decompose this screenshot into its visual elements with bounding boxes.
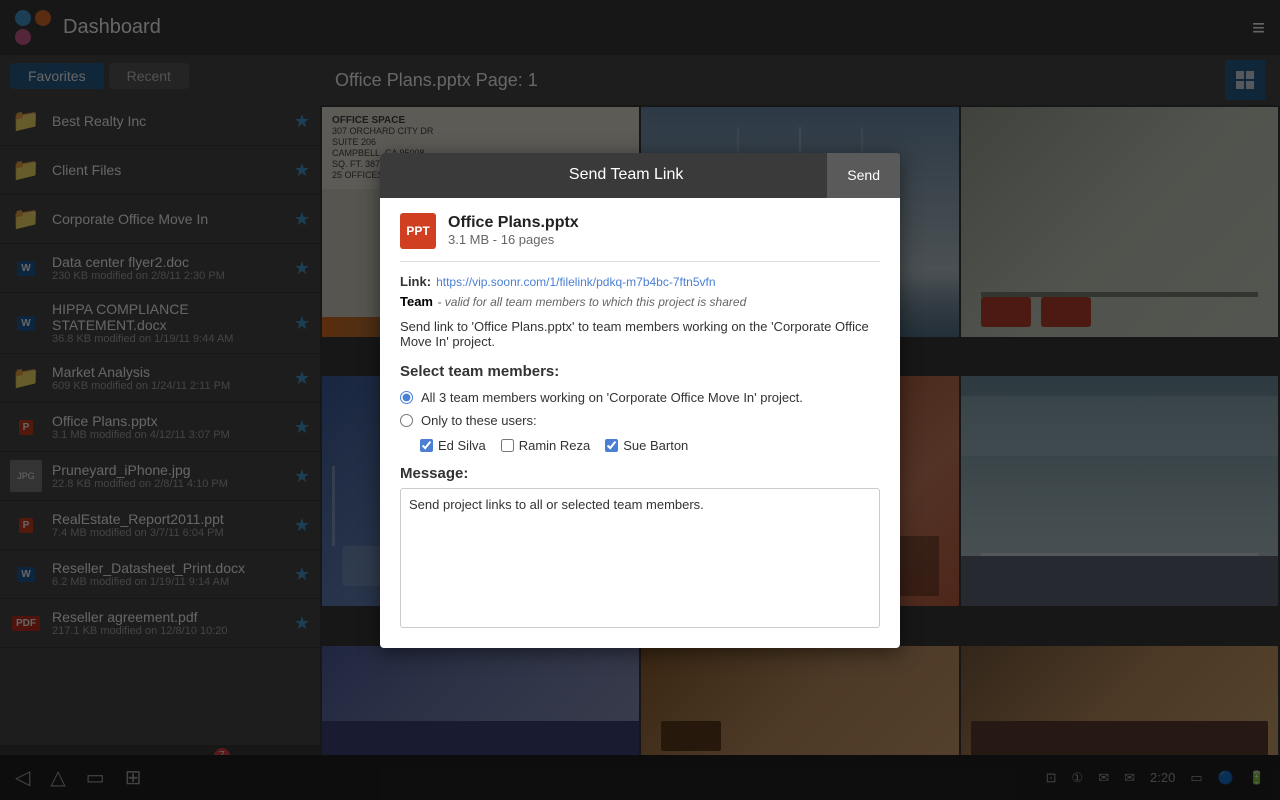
link-scope-label: Team bbox=[400, 294, 433, 309]
checkbox-ed-silva-input[interactable] bbox=[420, 439, 433, 452]
checkbox-sue-barton-label: Sue Barton bbox=[623, 438, 688, 453]
link-scope-row: Team - valid for all team members to whi… bbox=[400, 293, 880, 311]
file-name: Office Plans.pptx bbox=[448, 214, 579, 232]
modal-overlay: Send Team Link Send PPT Office Plans.ppt… bbox=[0, 0, 1280, 800]
checkbox-ramin-reza-input[interactable] bbox=[501, 439, 514, 452]
modal-body: PPT Office Plans.pptx 3.1 MB - 16 pages … bbox=[380, 198, 900, 648]
send-team-link-modal: Send Team Link Send PPT Office Plans.ppt… bbox=[380, 153, 900, 648]
checkbox-ed-silva: Ed Silva bbox=[420, 438, 486, 453]
radio-specific-label: Only to these users: bbox=[421, 413, 537, 428]
checkbox-ramin-reza: Ramin Reza bbox=[501, 438, 591, 453]
radio-all[interactable] bbox=[400, 391, 413, 404]
link-row: Link: https://vip.soonr.com/1/filelink/p… bbox=[400, 274, 880, 289]
file-header: PPT Office Plans.pptx 3.1 MB - 16 pages bbox=[400, 213, 880, 262]
user-checkboxes: Ed Silva Ramin Reza Sue Barton bbox=[420, 438, 880, 453]
modal-title: Send Team Link bbox=[425, 166, 827, 184]
send-button[interactable]: Send bbox=[827, 153, 900, 198]
file-icon: PPT bbox=[400, 213, 436, 249]
link-url: https://vip.soonr.com/1/filelink/pdkq-m7… bbox=[436, 275, 715, 289]
radio-all-label: All 3 team members working on 'Corporate… bbox=[421, 390, 803, 405]
modal-description: Send link to 'Office Plans.pptx' to team… bbox=[400, 319, 880, 349]
checkbox-sue-barton: Sue Barton bbox=[605, 438, 688, 453]
file-info: Office Plans.pptx 3.1 MB - 16 pages bbox=[448, 214, 579, 247]
checkbox-sue-barton-input[interactable] bbox=[605, 439, 618, 452]
message-label: Message: bbox=[400, 465, 880, 482]
message-textarea[interactable]: Send project links to all or selected te… bbox=[400, 488, 880, 628]
radio-all-row: All 3 team members working on 'Corporate… bbox=[400, 390, 880, 405]
checkbox-ed-silva-label: Ed Silva bbox=[438, 438, 486, 453]
link-label: Link: bbox=[400, 274, 431, 289]
radio-specific[interactable] bbox=[400, 414, 413, 427]
radio-group: All 3 team members working on 'Corporate… bbox=[400, 390, 880, 428]
select-members-label: Select team members: bbox=[400, 363, 880, 380]
radio-specific-row: Only to these users: bbox=[400, 413, 880, 428]
checkbox-ramin-reza-label: Ramin Reza bbox=[519, 438, 591, 453]
link-scope-note: - valid for all team members to which th… bbox=[437, 295, 746, 309]
file-size: 3.1 MB - 16 pages bbox=[448, 232, 579, 247]
modal-header: Send Team Link Send bbox=[380, 153, 900, 198]
